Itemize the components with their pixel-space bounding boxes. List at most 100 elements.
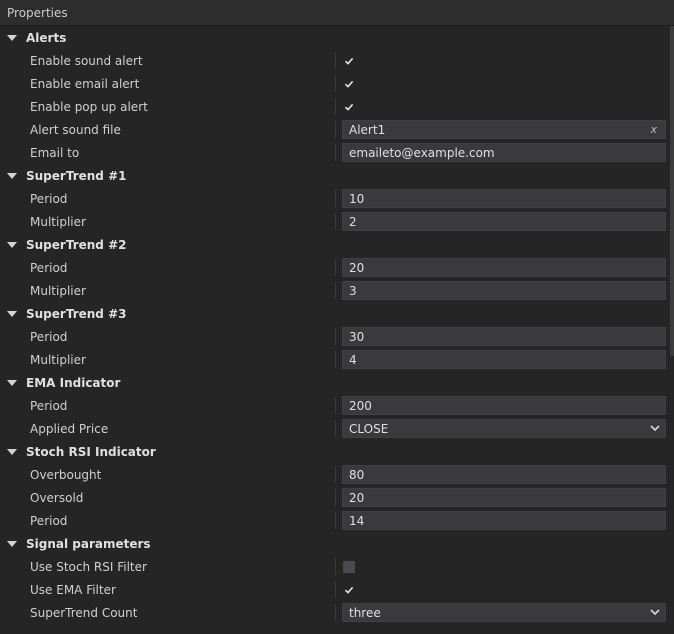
- property-row-enable-sound-alert: Enable sound alert: [0, 49, 674, 72]
- checkmark-icon: [344, 586, 354, 594]
- column-divider[interactable]: [335, 259, 336, 276]
- section-title: Alerts: [26, 30, 67, 45]
- property-row-multiplier: Multiplier 2: [0, 210, 674, 233]
- collapse-triangle-icon[interactable]: [7, 241, 17, 248]
- section-header-ema-indicator[interactable]: EMA Indicator: [0, 371, 674, 394]
- column-divider[interactable]: [335, 190, 336, 207]
- column-divider[interactable]: [335, 466, 336, 483]
- property-value: 20: [342, 258, 666, 277]
- section-header-alerts[interactable]: Alerts: [0, 26, 674, 49]
- column-divider[interactable]: [335, 144, 336, 161]
- collapse-triangle-icon[interactable]: [7, 448, 17, 455]
- section-title: SuperTrend #2: [26, 237, 127, 252]
- section-header-signal-parameters[interactable]: Signal parameters: [0, 532, 674, 555]
- field-value: 10: [349, 191, 365, 206]
- section-title: Signal parameters: [26, 536, 151, 551]
- field-value: 200: [349, 398, 372, 413]
- column-divider[interactable]: [335, 512, 336, 529]
- property-label: Email to: [30, 145, 80, 160]
- column-divider[interactable]: [335, 52, 336, 69]
- property-value: [342, 51, 666, 70]
- checkbox-checked[interactable]: [343, 78, 355, 90]
- collapse-triangle-icon[interactable]: [7, 310, 17, 317]
- text-input[interactable]: 2: [342, 212, 666, 231]
- property-row-multiplier: Multiplier 3: [0, 279, 674, 302]
- section-header-stoch-rsi-indicator[interactable]: Stoch RSI Indicator: [0, 440, 674, 463]
- field-value: 20: [349, 490, 365, 505]
- checkbox-checked[interactable]: [343, 55, 355, 67]
- property-value: 10: [342, 189, 666, 208]
- text-input[interactable]: 10: [342, 189, 666, 208]
- collapse-triangle-icon[interactable]: [7, 34, 17, 41]
- text-input[interactable]: 80: [342, 465, 666, 484]
- checkbox-checked[interactable]: [343, 584, 355, 596]
- text-input[interactable]: emaileto@example.com: [342, 143, 666, 162]
- text-input[interactable]: 20: [342, 488, 666, 507]
- section-header-supertrend-3[interactable]: SuperTrend #3: [0, 302, 674, 325]
- dropdown-select[interactable]: three: [342, 603, 666, 622]
- property-label: Enable pop up alert: [30, 99, 148, 114]
- property-label: Overbought: [30, 467, 102, 482]
- text-input[interactable]: 200: [342, 396, 666, 415]
- property-label: Multiplier: [30, 214, 86, 229]
- checkbox-checked[interactable]: [343, 101, 355, 113]
- property-label: Use Stoch RSI Filter: [30, 559, 147, 574]
- column-divider[interactable]: [335, 213, 336, 230]
- panel-title-text: Properties: [7, 5, 68, 20]
- column-divider[interactable]: [335, 351, 336, 368]
- text-input[interactable]: 3: [342, 281, 666, 300]
- column-divider[interactable]: [335, 558, 336, 575]
- dropdown-select[interactable]: CLOSE: [342, 419, 666, 438]
- section-header-supertrend-2[interactable]: SuperTrend #2: [0, 233, 674, 256]
- field-value: 30: [349, 329, 365, 344]
- checkbox-unchecked[interactable]: [343, 560, 355, 573]
- column-divider[interactable]: [335, 121, 336, 138]
- section-title: Stoch RSI Indicator: [26, 444, 156, 459]
- property-value: [342, 580, 666, 599]
- property-label: Period: [30, 513, 68, 528]
- collapse-triangle-icon[interactable]: [7, 379, 17, 386]
- collapse-triangle-icon[interactable]: [7, 540, 17, 547]
- property-label: Period: [30, 191, 68, 206]
- field-value: 14: [349, 513, 365, 528]
- property-row-period: Period 14: [0, 509, 674, 532]
- column-divider[interactable]: [335, 397, 336, 414]
- property-row-enable-email-alert: Enable email alert: [0, 72, 674, 95]
- property-value: [342, 557, 666, 576]
- properties-panel: Properties Alerts Enable sound alert Enabl…: [0, 0, 674, 634]
- property-row-oversold: Oversold 20: [0, 486, 674, 509]
- column-divider[interactable]: [335, 420, 336, 437]
- section-header-supertrend-1[interactable]: SuperTrend #1: [0, 164, 674, 187]
- column-divider[interactable]: [335, 282, 336, 299]
- text-input[interactable]: 20: [342, 258, 666, 277]
- property-row-supertrend-count: SuperTrend Count three: [0, 601, 674, 624]
- column-divider[interactable]: [335, 75, 336, 92]
- text-input[interactable]: 4: [342, 350, 666, 369]
- column-divider[interactable]: [335, 581, 336, 598]
- text-input[interactable]: Alert1 x: [342, 120, 666, 139]
- property-row-period: Period 30: [0, 325, 674, 348]
- text-input[interactable]: 14: [342, 511, 666, 530]
- scrollbar[interactable]: [670, 26, 674, 356]
- property-value: CLOSE: [342, 419, 666, 438]
- text-input[interactable]: 30: [342, 327, 666, 346]
- chevron-down-icon[interactable]: [649, 422, 661, 434]
- column-divider[interactable]: [335, 489, 336, 506]
- property-value: Alert1 x: [342, 120, 666, 139]
- property-row-multiplier: Multiplier 4: [0, 348, 674, 371]
- property-row-applied-price: Applied Price CLOSE: [0, 417, 674, 440]
- property-value: 20: [342, 488, 666, 507]
- field-value: 4: [349, 352, 357, 367]
- property-value: 4: [342, 350, 666, 369]
- column-divider[interactable]: [335, 604, 336, 621]
- property-row-enable-pop-up-alert: Enable pop up alert: [0, 95, 674, 118]
- property-value: 80: [342, 465, 666, 484]
- property-value: 30: [342, 327, 666, 346]
- collapse-triangle-icon[interactable]: [7, 172, 17, 179]
- property-label: SuperTrend Count: [30, 605, 138, 620]
- column-divider[interactable]: [335, 98, 336, 115]
- clear-icon[interactable]: x: [650, 123, 657, 136]
- property-value: [342, 74, 666, 93]
- column-divider[interactable]: [335, 328, 336, 345]
- chevron-down-icon[interactable]: [649, 606, 661, 618]
